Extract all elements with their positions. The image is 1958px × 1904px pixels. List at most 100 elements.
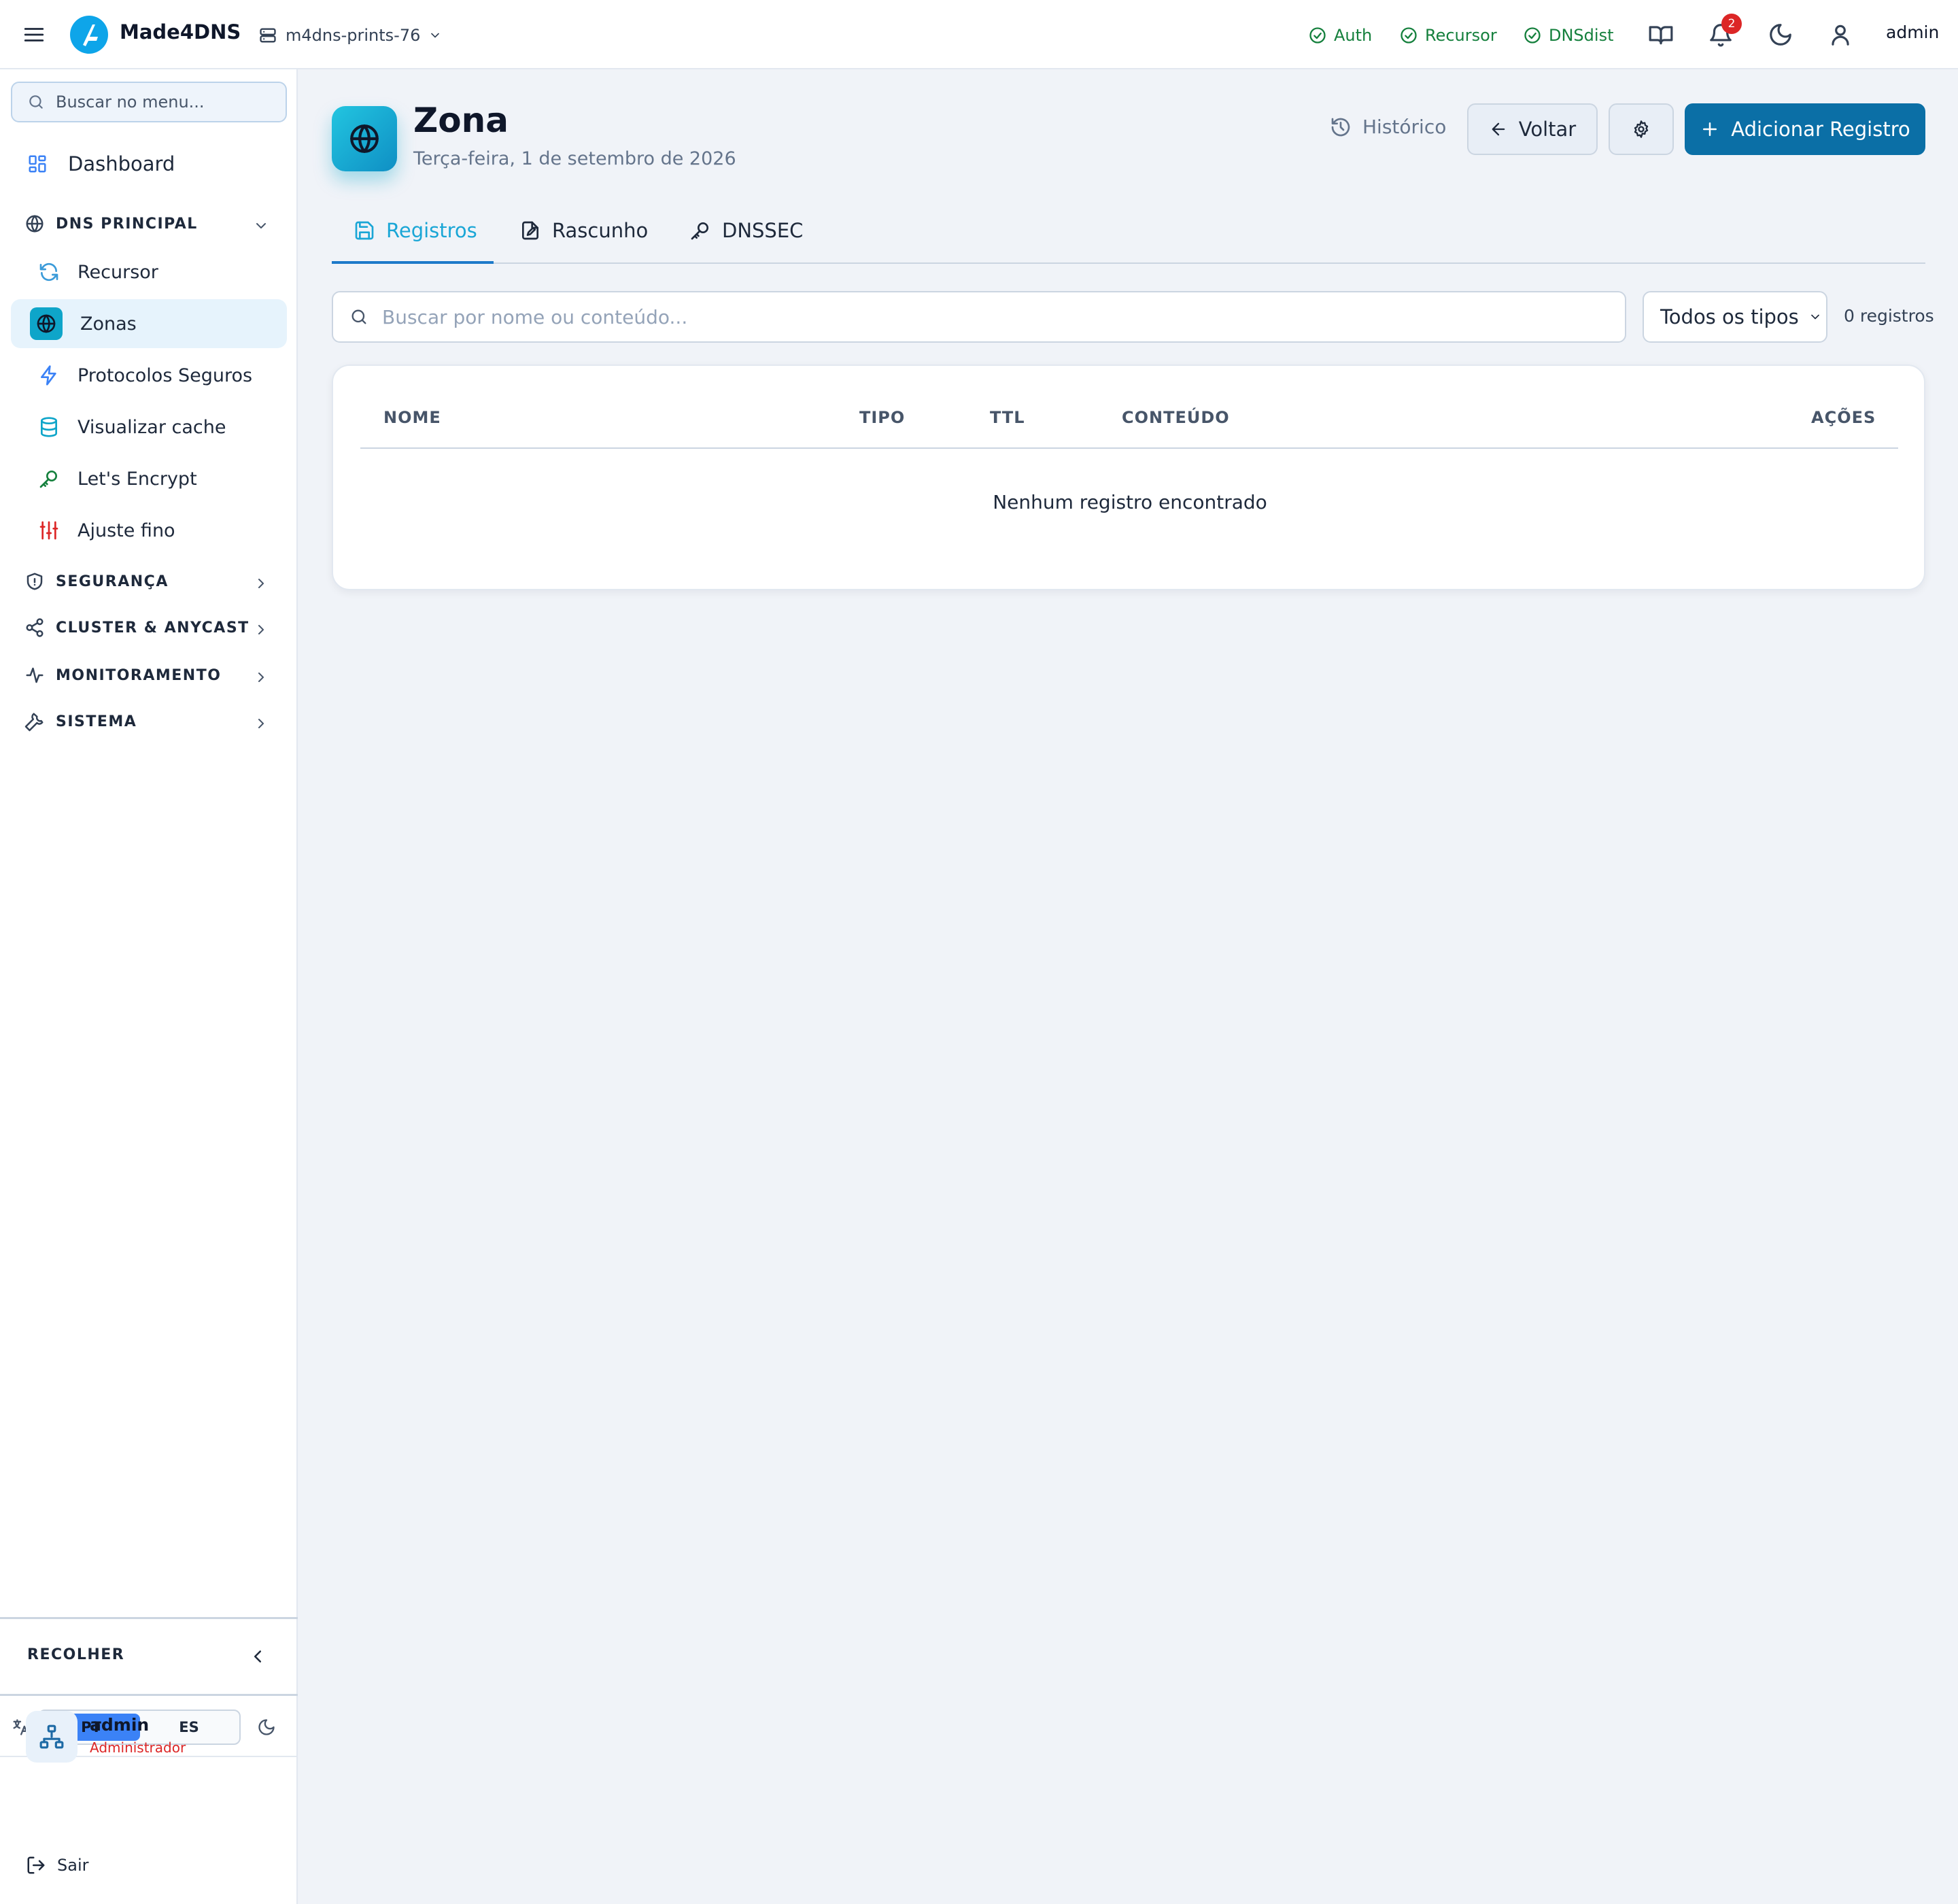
service-status-recursor[interactable]: Recursor xyxy=(1399,23,1497,48)
service-status-dnsdist[interactable]: DNSdist xyxy=(1523,23,1613,48)
section-label: CLUSTER & ANYCAST xyxy=(56,619,250,636)
section-monitoramento[interactable]: MONITORAMENTO xyxy=(24,665,221,685)
column-header-tipo[interactable]: TIPO xyxy=(859,408,905,427)
logout-button[interactable]: Sair xyxy=(26,1855,88,1875)
sidebar-item-dashboard[interactable]: Dashboard xyxy=(27,152,175,175)
user-role: Administrador xyxy=(90,1739,186,1756)
section-seguranca[interactable]: SEGURANÇA xyxy=(24,571,169,592)
top-bar: Made4DNS m4dns-prints-76 Auth Recursor D… xyxy=(0,0,1958,69)
records-table: NOME TIPO TTL CONTEÚDO AÇÕES Nenhum regi… xyxy=(332,364,1925,590)
sliders-icon xyxy=(38,520,60,541)
sidebar-item-ajuste-fino[interactable]: Ajuste fino xyxy=(11,506,287,555)
check-circle-icon xyxy=(1308,26,1327,45)
chevron-down-icon[interactable] xyxy=(253,218,269,234)
column-header-acoes: AÇÕES xyxy=(1811,408,1876,427)
sidebar-item-label: Recursor xyxy=(78,261,158,283)
search-icon xyxy=(349,307,368,326)
check-circle-icon xyxy=(1399,26,1418,45)
user-icon[interactable] xyxy=(1827,22,1853,48)
sidebar-item-label: Zonas xyxy=(80,313,137,335)
tab-rascunho[interactable]: Rascunho xyxy=(519,219,648,242)
sidebar-item-label: Ajuste fino xyxy=(78,520,175,541)
chevron-right-icon[interactable] xyxy=(253,669,269,685)
logout-icon xyxy=(26,1855,46,1875)
chevron-down-icon xyxy=(1808,310,1822,324)
history-label: Histórico xyxy=(1362,116,1447,138)
column-header-conteudo[interactable]: CONTEÚDO xyxy=(1122,408,1230,427)
check-circle-icon xyxy=(1523,26,1542,45)
shield-icon xyxy=(24,571,45,592)
column-header-ttl[interactable]: TTL xyxy=(990,408,1025,427)
tab-dnssec[interactable]: DNSSEC xyxy=(689,219,803,242)
globe-icon xyxy=(30,307,63,340)
chevron-right-icon[interactable] xyxy=(253,575,269,592)
sidebar-item-zonas[interactable]: Zonas xyxy=(11,299,287,348)
brand-name: Made4DNS xyxy=(120,20,241,44)
sidebar-collapse[interactable]: RECOLHER xyxy=(0,1617,298,1696)
file-edit-icon xyxy=(519,220,541,241)
key-icon xyxy=(689,220,711,241)
zone-page-icon xyxy=(332,106,397,171)
server-selector[interactable]: m4dns-prints-76 xyxy=(258,23,442,48)
gear-icon xyxy=(1632,120,1651,139)
section-label: DNS PRINCIPAL xyxy=(56,215,198,233)
record-search-placeholder: Buscar por nome ou conteúdo... xyxy=(382,305,688,328)
plus-icon xyxy=(1700,119,1720,139)
section-sistema[interactable]: SISTEMA xyxy=(24,711,137,732)
made4dns-logo[interactable] xyxy=(69,15,109,54)
topbar-username[interactable]: admin xyxy=(1886,22,1939,42)
table-header-divider xyxy=(360,447,1898,449)
sidebar: Buscar no menu... Dashboard DNS PRINCIPA… xyxy=(0,69,298,1904)
settings-button[interactable] xyxy=(1609,103,1674,155)
logout-label: Sair xyxy=(57,1856,89,1875)
database-icon xyxy=(38,416,60,438)
sidebar-search-input[interactable]: Buscar no menu... xyxy=(11,82,287,122)
section-label: MONITORAMENTO xyxy=(56,666,222,684)
section-cluster-anycast[interactable]: CLUSTER & ANYCAST xyxy=(24,617,250,638)
type-filter-value: Todos os tipos xyxy=(1660,305,1799,328)
sidebar-item-label: Visualizar cache xyxy=(78,416,226,438)
tab-registros[interactable]: Registros xyxy=(354,219,477,242)
refresh-icon xyxy=(38,261,60,283)
add-record-label: Adicionar Registro xyxy=(1731,118,1910,141)
server-icon xyxy=(258,26,277,45)
server-name: m4dns-prints-76 xyxy=(286,26,421,45)
sidebar-item-lets-encrypt[interactable]: Let's Encrypt xyxy=(11,454,287,503)
dashboard-grid-icon xyxy=(27,154,48,174)
activity-icon xyxy=(24,665,45,685)
key-icon xyxy=(38,468,60,490)
share-nodes-icon xyxy=(24,617,45,638)
back-label: Voltar xyxy=(1518,118,1577,141)
globe-icon xyxy=(347,122,381,156)
chevron-right-icon[interactable] xyxy=(253,622,269,638)
zone-tabs: Registros Rascunho DNSSEC xyxy=(332,204,1925,264)
chevron-down-icon xyxy=(428,29,442,42)
wrench-icon xyxy=(24,711,45,732)
type-filter-select[interactable]: Todos os tipos xyxy=(1643,291,1827,343)
sidebar-item-protocolos-seguros[interactable]: Protocolos Seguros xyxy=(11,351,287,400)
chevron-right-icon[interactable] xyxy=(253,715,269,732)
record-count: 0 registros xyxy=(1844,306,1934,326)
network-icon xyxy=(39,1724,65,1750)
record-search-input[interactable]: Buscar por nome ou conteúdo... xyxy=(332,291,1626,343)
moon-icon[interactable] xyxy=(257,1718,276,1737)
sidebar-item-visualizar-cache[interactable]: Visualizar cache xyxy=(11,403,287,452)
page-title: Zona xyxy=(413,101,509,140)
section-dns-principal[interactable]: DNS PRINCIPAL xyxy=(24,214,198,234)
notification-badge: 2 xyxy=(1721,14,1742,34)
docs-book-icon[interactable] xyxy=(1648,22,1674,48)
sidebar-item-recursor[interactable]: Recursor xyxy=(11,248,287,296)
chevron-left-icon[interactable] xyxy=(247,1646,268,1667)
back-button[interactable]: Voltar xyxy=(1467,103,1598,155)
menu-icon[interactable] xyxy=(22,23,46,46)
history-button[interactable]: Histórico xyxy=(1330,116,1446,138)
add-record-button[interactable]: Adicionar Registro xyxy=(1685,103,1925,155)
column-header-nome[interactable]: NOME xyxy=(383,408,441,427)
lang-es-button[interactable]: ES xyxy=(141,1714,237,1741)
history-icon xyxy=(1330,116,1352,138)
sidebar-search-placeholder: Buscar no menu... xyxy=(56,92,205,112)
sidebar-item-label: Protocolos Seguros xyxy=(78,364,253,386)
moon-icon[interactable] xyxy=(1768,22,1793,48)
service-label: Recursor xyxy=(1425,26,1497,45)
service-status-auth[interactable]: Auth xyxy=(1308,23,1372,48)
